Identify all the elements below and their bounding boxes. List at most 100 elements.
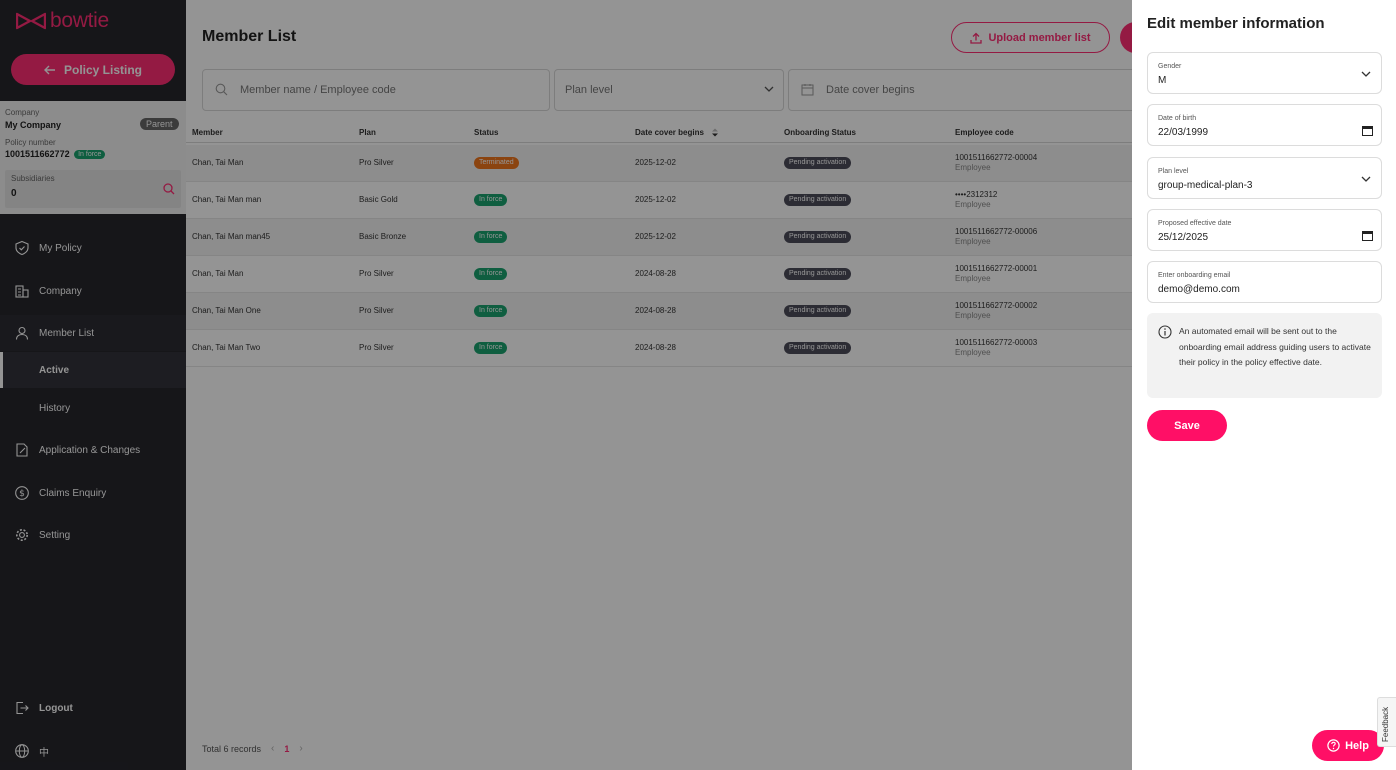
plan-level-label: Plan level <box>1158 168 1189 175</box>
member-name: Chan, Tai Man man <box>192 195 262 204</box>
plan-level-placeholder: Plan level <box>565 84 613 96</box>
policy-listing-label: Policy Listing <box>63 62 142 77</box>
plan-level-select[interactable]: Plan level <box>554 69 784 111</box>
info-icon <box>1158 325 1172 339</box>
policy-listing-button[interactable]: Policy Listing <box>11 54 175 85</box>
sidebar-item-label: 中 <box>39 747 49 759</box>
onboarding-status-badge: Pending activation <box>784 305 852 317</box>
sidebar-item-applications[interactable]: Application & Changes <box>0 432 186 468</box>
document-edit-icon <box>16 443 28 457</box>
prev-page-button[interactable]: ‹ <box>271 743 274 754</box>
subsidiaries-search[interactable]: Subsidiaries 0 <box>5 170 181 208</box>
table-row[interactable]: Chan, Tai Man Pro Silver In force 2024-08-2… <box>186 256 1132 293</box>
feedback-label: Feedback <box>1381 706 1390 742</box>
onboarding-email-field[interactable]: Enter onboarding email demo@demo.com <box>1147 261 1382 303</box>
sidebar-item-claims[interactable]: $ Claims Enquiry <box>0 475 186 511</box>
arrow-left-icon <box>43 65 55 74</box>
employee-code-value: 1001511662772-00004 <box>955 153 1038 162</box>
effective-date-label: Proposed effective date <box>1158 220 1232 227</box>
page-1-button[interactable]: 1 <box>284 744 289 754</box>
logout-icon <box>16 701 29 715</box>
onboarding-status-badge: Pending activation <box>784 194 852 206</box>
calendar-icon <box>801 84 814 96</box>
table-row[interactable]: Chan, Tai Man Pro Silver Terminated 2025-12… <box>186 145 1132 182</box>
sidebar-item-company[interactable]: Company <box>0 273 186 309</box>
sidebar-item-label: My Policy <box>39 242 82 254</box>
employee-code-value: 1001511662772-00003 <box>955 338 1038 347</box>
member-name: Chan, Tai Man One <box>192 306 261 315</box>
calendar-icon[interactable] <box>1362 125 1373 136</box>
column-header-status[interactable]: Status <box>474 128 498 137</box>
help-icon <box>1327 739 1340 752</box>
status-badge: In force <box>474 305 508 317</box>
sidebar-item-label: Member List <box>39 327 95 339</box>
save-button[interactable]: Save <box>1147 410 1227 441</box>
brand-name: bowtie <box>50 9 109 32</box>
brand-logo[interactable]: bowtie <box>16 9 109 33</box>
member-search-input[interactable]: Member name / Employee code <box>202 69 550 111</box>
employee-role: Employee <box>955 274 991 283</box>
plan-name: Pro Silver <box>359 306 394 315</box>
next-page-button[interactable]: › <box>299 743 302 754</box>
date-of-birth-label: Date of birth <box>1158 115 1197 122</box>
column-header-member[interactable]: Member <box>192 128 223 137</box>
sidebar-item-logout[interactable]: Logout <box>0 690 186 726</box>
column-header-onboarding[interactable]: Onboarding Status <box>784 128 856 137</box>
upload-member-list-button[interactable]: Upload member list <box>951 22 1110 53</box>
table-row[interactable]: Chan, Tai Man man45 Basic Bronze In force 2… <box>186 219 1132 256</box>
sidebar-item-my-policy[interactable]: My Policy <box>0 230 186 266</box>
column-header-date-cover[interactable]: Date cover begins <box>635 128 719 137</box>
onboarding-status-badge: Pending activation <box>784 268 852 280</box>
effective-date-field[interactable]: Proposed effective date 25/12/2025 <box>1147 209 1382 251</box>
dollar-icon: $ <box>15 486 29 500</box>
date-cover-begins: 2024-08-28 <box>635 306 676 315</box>
building-icon <box>15 285 29 298</box>
search-icon[interactable] <box>163 183 175 195</box>
table-row[interactable]: Chan, Tai Man man Basic Gold In force 2025-… <box>186 182 1132 219</box>
drawer-title: Edit member information <box>1147 15 1325 32</box>
column-header-employee-code[interactable]: Employee code <box>955 128 1014 137</box>
column-header-plan[interactable]: Plan <box>359 128 376 137</box>
sort-icon[interactable] <box>711 128 719 137</box>
date-of-birth-field[interactable]: Date of birth 22/03/1999 <box>1147 104 1382 146</box>
gender-select[interactable]: Gender M <box>1147 52 1382 94</box>
info-notice: An automated email will be sent out to t… <box>1147 313 1382 398</box>
employee-code-value: ••••2312312 <box>955 190 998 199</box>
parent-badge: Parent <box>140 118 179 130</box>
sidebar-item-label: History <box>39 402 71 414</box>
plan-name: Basic Bronze <box>359 232 407 241</box>
sidebar-item-active[interactable]: Active <box>0 352 186 388</box>
status-badge: In force <box>474 268 508 280</box>
member-table-header: Member Plan Status Date cover begins Onb… <box>186 123 1132 143</box>
column-header-date-cover-label: Date cover begins <box>635 128 704 137</box>
policy-number-value: 1001511662772 <box>5 149 70 159</box>
table-row[interactable]: Chan, Tai Man One Pro Silver In force 2024-… <box>186 293 1132 330</box>
feedback-tab[interactable]: Feedback <box>1377 697 1396 747</box>
main-content: Member List Upload member list Member na… <box>186 0 1132 770</box>
sidebar-item-member-list[interactable]: Member List <box>0 315 186 351</box>
employee-role: Employee <box>955 348 991 357</box>
calendar-icon[interactable] <box>1362 230 1373 241</box>
sidebar-item-history[interactable]: History <box>0 390 186 426</box>
employee-code-value: 1001511662772-00006 <box>955 227 1038 236</box>
search-icon <box>215 83 228 96</box>
sidebar-item-setting[interactable]: Setting <box>0 517 186 553</box>
total-records: Total 6 records <box>202 743 262 754</box>
company-name: My Company <box>5 120 62 130</box>
sidebar-item-label: Active <box>39 364 70 376</box>
date-cover-filter[interactable]: Date cover begins <box>788 69 1132 111</box>
sidebar-item-label: Claims Enquiry <box>39 487 107 499</box>
help-button[interactable]: Help <box>1312 730 1384 761</box>
table-row[interactable]: Chan, Tai Man Two Pro Silver In force 2024-… <box>186 330 1132 367</box>
member-name: Chan, Tai Man <box>192 158 244 167</box>
employee-code-value: 1001511662772-00001 <box>955 264 1038 273</box>
add-member-button[interactable] <box>1120 22 1132 53</box>
chevron-down-icon <box>764 86 774 92</box>
date-of-birth-value: 22/03/1999 <box>1158 127 1209 138</box>
upload-icon <box>970 32 983 44</box>
sidebar-item-language[interactable]: 中 <box>0 733 186 769</box>
plan-level-select[interactable]: Plan level group-medical-plan-3 <box>1147 157 1382 199</box>
globe-icon <box>15 744 29 758</box>
employee-code: 1001511662772-00002 Employee <box>955 301 1037 321</box>
svg-text:$: $ <box>19 489 25 499</box>
